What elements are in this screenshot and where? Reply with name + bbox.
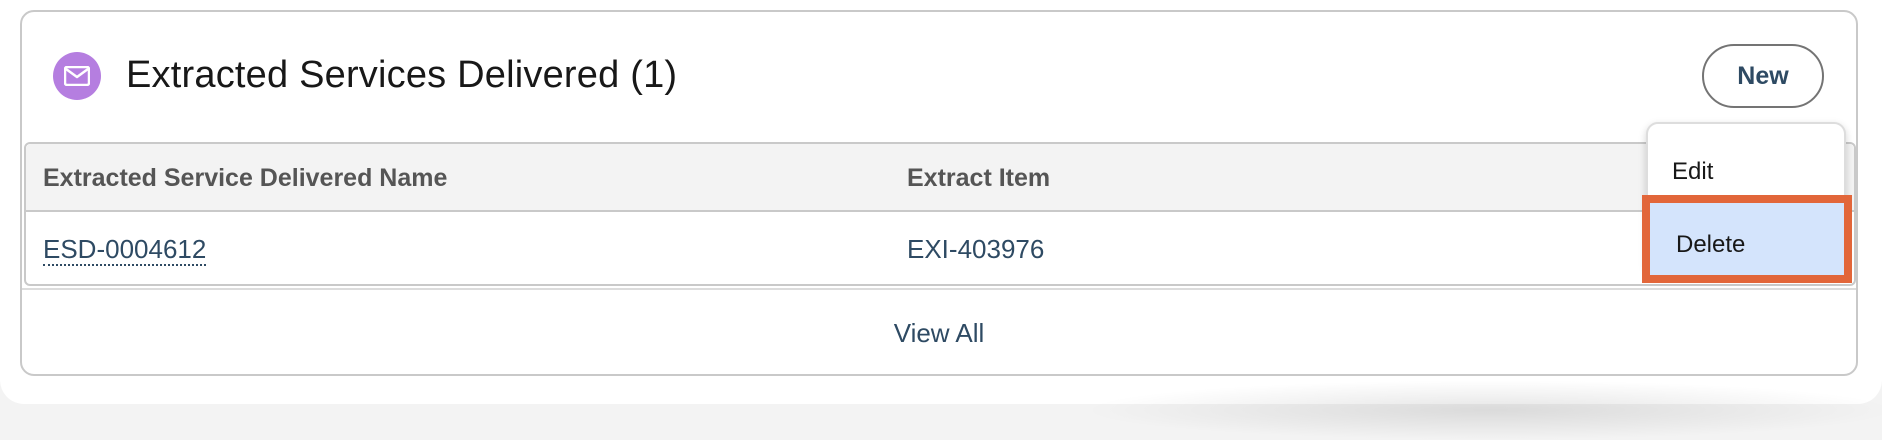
- view-all-link[interactable]: View All: [894, 318, 985, 349]
- table-header: Extracted Service Delivered Name Extract…: [26, 144, 1854, 212]
- related-list-table: Extracted Service Delivered Name Extract…: [24, 142, 1856, 286]
- column-header-name[interactable]: Extracted Service Delivered Name: [43, 164, 447, 193]
- card-header: Extracted Services Delivered (1) New: [22, 12, 1856, 144]
- menu-item-delete[interactable]: Delete: [1642, 195, 1852, 283]
- new-button[interactable]: New: [1702, 44, 1824, 108]
- envelope-icon: [53, 52, 101, 100]
- table-row: ESD-0004612 EXI-403976: [26, 214, 1854, 284]
- menu-item-edit[interactable]: Edit: [1648, 158, 1844, 186]
- column-header-extract-item[interactable]: Extract Item: [907, 164, 1050, 193]
- card-title: Extracted Services Delivered (1): [126, 54, 678, 96]
- record-link[interactable]: ESD-0004612: [43, 234, 207, 266]
- card-footer: View All: [22, 288, 1856, 374]
- related-list-card: Extracted Services Delivered (1) New Ext…: [20, 10, 1858, 376]
- extract-item-value: EXI-403976: [907, 234, 1045, 264]
